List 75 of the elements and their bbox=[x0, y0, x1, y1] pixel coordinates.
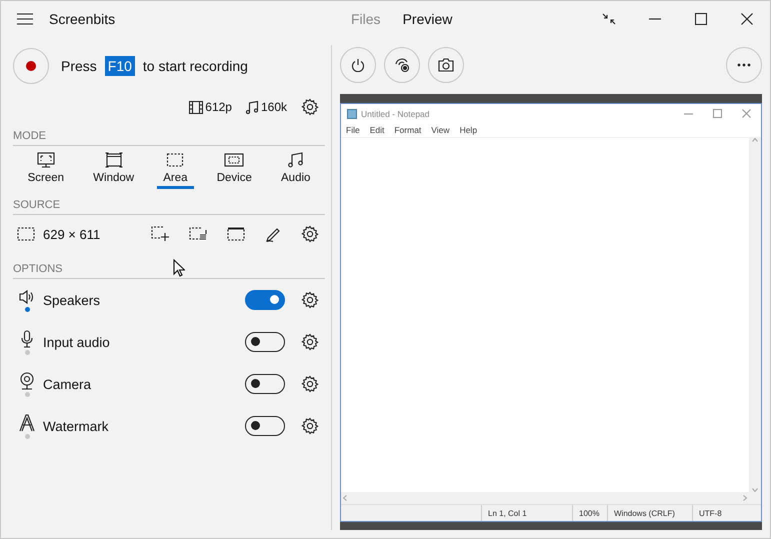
letter-outline-icon bbox=[19, 414, 35, 432]
add-area-icon[interactable] bbox=[151, 226, 169, 242]
mode-tab[interactable]: Device bbox=[210, 150, 258, 189]
record-button[interactable] bbox=[13, 48, 49, 84]
status-text: Ln 1, Col 1 bbox=[481, 505, 572, 521]
area-size: 629 × 611 bbox=[43, 226, 102, 242]
horizontal-scrollbar[interactable] bbox=[341, 492, 761, 504]
close-icon[interactable] bbox=[742, 109, 751, 118]
power-icon bbox=[351, 58, 365, 72]
cursor-highlight-button[interactable] bbox=[384, 47, 420, 83]
area-icon bbox=[166, 152, 184, 168]
record-hint: Press bbox=[61, 58, 97, 74]
speaker-icon bbox=[18, 288, 36, 304]
screenshot-button[interactable] bbox=[428, 47, 464, 83]
hotkey-badge: F10 bbox=[104, 56, 135, 76]
settings-icon[interactable] bbox=[301, 98, 319, 116]
webcam-icon bbox=[18, 372, 36, 390]
status-text: UTF-8 bbox=[692, 505, 761, 521]
full-area-icon[interactable] bbox=[227, 227, 245, 241]
toggle-switch[interactable] bbox=[245, 332, 285, 352]
shrink-arrows-icon bbox=[602, 13, 616, 25]
status-text: Windows (CRLF) bbox=[607, 505, 692, 521]
maximize-icon[interactable] bbox=[713, 109, 722, 118]
device-icon bbox=[224, 152, 244, 168]
settings-icon[interactable] bbox=[301, 225, 319, 243]
settings-icon[interactable] bbox=[301, 417, 319, 435]
option-label: Watermark bbox=[43, 418, 110, 434]
toggle-switch[interactable] bbox=[245, 416, 285, 436]
notepad-title: Untitled - Notepad bbox=[361, 108, 431, 118]
pointer-target-icon bbox=[394, 57, 410, 73]
power-button[interactable] bbox=[340, 47, 376, 83]
vertical-scrollbar[interactable] bbox=[749, 138, 761, 492]
section-heading: SOURCE bbox=[13, 199, 325, 215]
toggle-switch[interactable] bbox=[245, 290, 285, 310]
minimize-icon bbox=[649, 18, 661, 20]
mode-tab[interactable]: Area bbox=[157, 150, 194, 189]
tab[interactable]: Preview bbox=[402, 11, 452, 27]
audio-quality[interactable]: 160k bbox=[260, 100, 287, 114]
music-note-icon bbox=[246, 100, 259, 114]
music-icon bbox=[286, 152, 305, 168]
camera-icon bbox=[438, 58, 454, 72]
record-hint: to start recording bbox=[142, 58, 248, 74]
app-title: Screenbits bbox=[49, 11, 116, 27]
option-label: Speakers bbox=[43, 292, 102, 308]
menu-item[interactable]: File bbox=[346, 125, 360, 135]
mode-tab[interactable]: Audio bbox=[275, 150, 316, 189]
settings-icon[interactable] bbox=[301, 333, 319, 351]
minimize-icon[interactable] bbox=[684, 112, 693, 114]
close-icon bbox=[741, 13, 753, 25]
menu-item[interactable]: Edit bbox=[370, 125, 384, 135]
more-icon bbox=[737, 63, 751, 67]
pencil-icon[interactable] bbox=[265, 226, 281, 242]
menu-item[interactable]: Format bbox=[394, 125, 422, 135]
window-icon bbox=[104, 152, 123, 168]
menu-item[interactable]: View bbox=[431, 125, 450, 135]
menu-icon bbox=[17, 13, 33, 25]
video-quality[interactable]: 612p bbox=[205, 100, 232, 114]
toggle-switch[interactable] bbox=[245, 374, 285, 394]
settings-icon[interactable] bbox=[301, 375, 319, 393]
mode-tab[interactable]: Window bbox=[87, 150, 140, 189]
notepad-icon bbox=[347, 108, 357, 118]
microphone-icon bbox=[20, 330, 34, 348]
maximize-icon bbox=[695, 13, 707, 25]
mode-tab[interactable]: Screen bbox=[22, 150, 70, 189]
area-icon bbox=[17, 227, 35, 241]
mouse-cursor-icon bbox=[173, 259, 185, 277]
status-text: 100% bbox=[572, 505, 607, 521]
section-heading: MODE bbox=[13, 130, 325, 146]
area-list-icon[interactable] bbox=[189, 227, 207, 241]
settings-icon[interactable] bbox=[301, 291, 319, 309]
option-label: Camera bbox=[43, 376, 92, 392]
monitor-icon bbox=[36, 152, 55, 168]
menu-item[interactable]: Help bbox=[460, 125, 478, 135]
film-icon bbox=[189, 100, 204, 114]
option-label: Input audio bbox=[43, 334, 111, 350]
